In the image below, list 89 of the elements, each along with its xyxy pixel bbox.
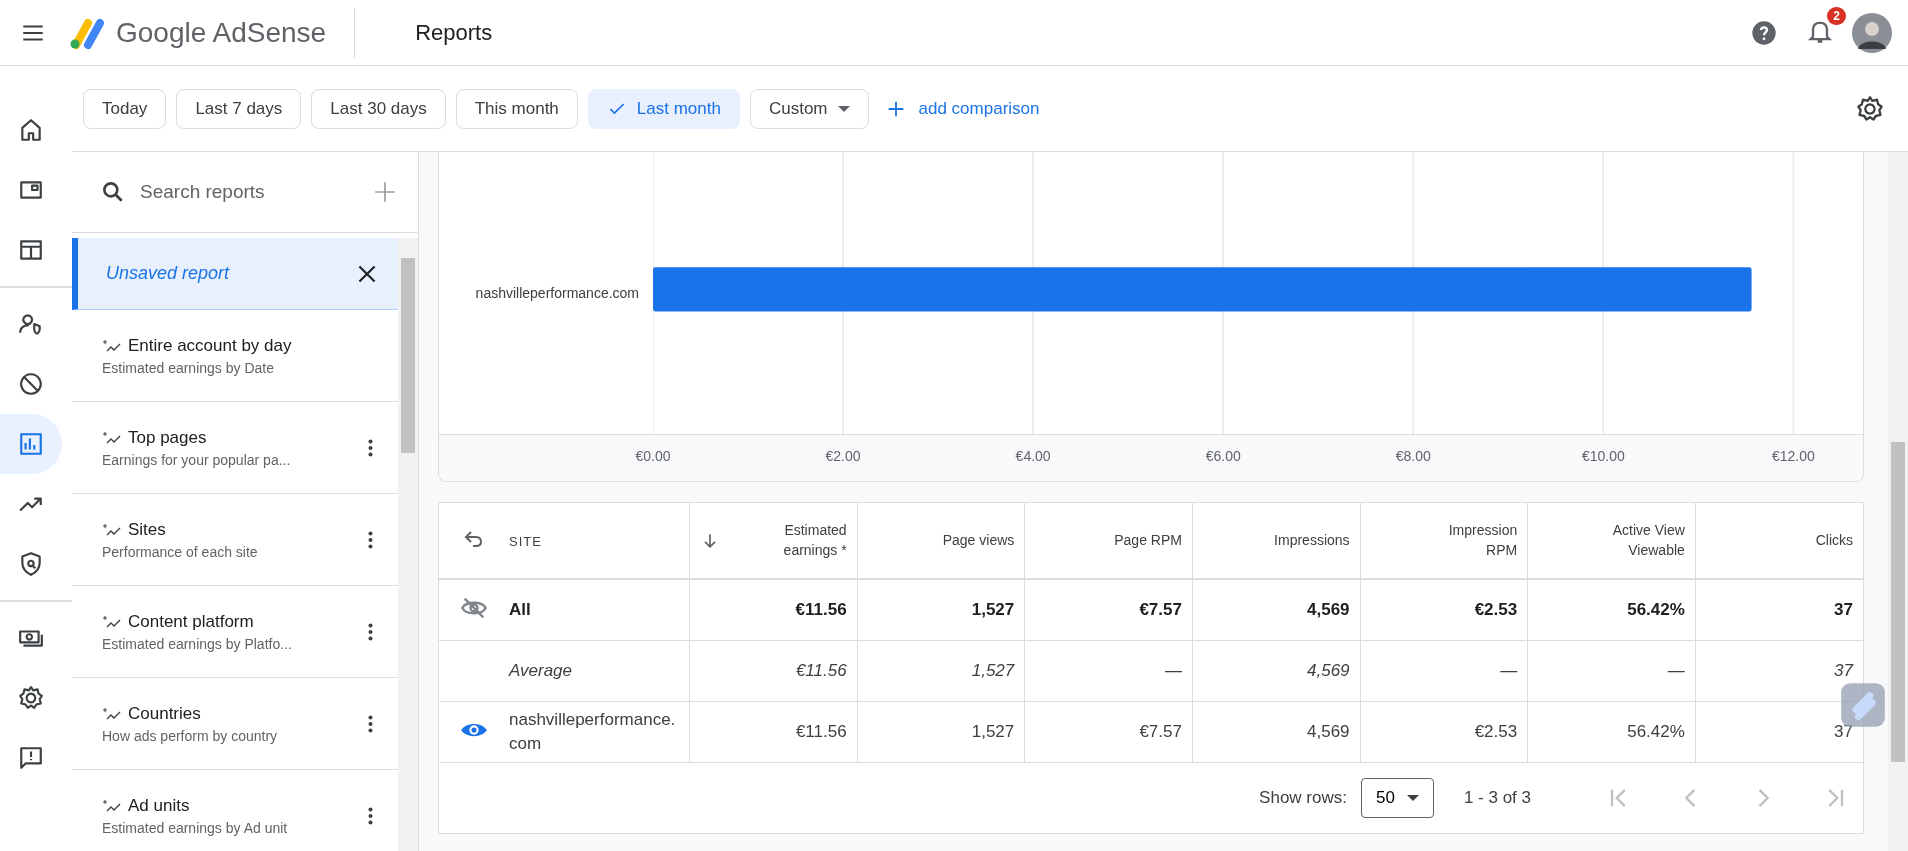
show-rows-label: Show rows:	[1259, 787, 1347, 808]
rows-per-page-dropdown[interactable]: 50	[1360, 777, 1434, 818]
axis-tick-label: €4.00	[1015, 448, 1051, 464]
caret-icon	[837, 105, 850, 112]
table-cell: €7.57	[1139, 599, 1182, 619]
page-title: Reports	[415, 19, 493, 46]
block-icon	[18, 371, 44, 397]
brand-name: Google AdSense	[116, 7, 356, 58]
table-cell: —	[1500, 660, 1518, 680]
table-cell: 4,569	[1307, 660, 1350, 680]
table-cell-text: All	[509, 598, 532, 621]
sparkle-trend-icon	[102, 614, 122, 629]
report-subtitle: Estimated earnings by Ad unit	[102, 819, 289, 836]
reports-icon	[18, 431, 44, 457]
column-header[interactable]: Impressions	[1274, 530, 1350, 551]
table-cell: €11.56	[795, 721, 847, 741]
nav-item[interactable]	[0, 414, 62, 474]
column-header[interactable]: SITE	[509, 533, 542, 549]
custom-dropdown[interactable]: Custom	[749, 88, 869, 129]
column-header[interactable]: Impression RPM	[1417, 520, 1518, 561]
table-cell: €2.53	[1474, 599, 1518, 619]
sparkle-trend-icon	[102, 798, 122, 813]
axis-tick-label: €8.00	[1395, 448, 1431, 464]
axis-tick-label: €6.00	[1205, 448, 1241, 464]
sparkle-trend-icon	[102, 522, 122, 537]
table-cell: 4,569	[1307, 721, 1350, 741]
layout-icon	[18, 237, 44, 263]
table-cell: €7.57	[1139, 721, 1182, 741]
report-title: Content platform	[128, 611, 254, 632]
report-subtitle: Estimated earnings by Date	[102, 359, 275, 376]
date-filter-chip[interactable]: Last 30 days	[311, 88, 446, 129]
table-cell-text: nashvilleperformance.com	[509, 708, 677, 755]
report-title: Top pages	[128, 427, 207, 448]
column-header[interactable]: Estimated earnings *	[746, 520, 847, 561]
table-cell: 37	[1834, 660, 1853, 680]
date-filter-chip[interactable]: Last 7 days	[176, 88, 302, 129]
home-icon	[18, 117, 44, 143]
shield-icon	[18, 551, 44, 577]
date-filter-chip[interactable]: This month	[455, 88, 578, 129]
axis-tick-label: €0.00	[635, 448, 671, 464]
sparkle-trend-icon	[102, 338, 122, 353]
report-subtitle: Performance of each site	[102, 543, 259, 560]
report-title: Unsaved report	[106, 263, 231, 284]
help-icon[interactable]	[1750, 18, 1778, 47]
column-header[interactable]: Active View Viewable	[1584, 520, 1685, 561]
settings-icon	[18, 685, 44, 711]
date-filter-chip[interactable]: Last month	[587, 88, 740, 129]
caret-icon	[1406, 794, 1419, 801]
table-cell: —	[1667, 660, 1685, 680]
scrollbar-thumb[interactable]	[1891, 442, 1905, 762]
table-cell: €11.56	[795, 660, 847, 680]
table-cell: 1,527	[971, 599, 1015, 619]
axis-tick-label: €12.00	[1771, 448, 1815, 464]
page-range: 1 - 3 of 3	[1463, 787, 1531, 808]
table-cell: €2.53	[1474, 721, 1518, 741]
table-cell: —	[1164, 660, 1182, 680]
settings-icon[interactable]	[1856, 94, 1884, 123]
table-cell: 1,527	[971, 660, 1015, 680]
category-label: nashvilleperformance.com	[475, 285, 639, 301]
add-comparison-button[interactable]: add comparison	[878, 96, 1046, 121]
report-title: Sites	[128, 519, 166, 540]
table-cell: 56.42%	[1627, 599, 1685, 619]
axis-tick-label: €10.00	[1581, 448, 1625, 464]
sparkle-trend-icon	[102, 430, 122, 445]
table-cell: 1,527	[971, 721, 1015, 741]
privacy-icon	[18, 311, 44, 337]
avatar[interactable]	[1852, 12, 1892, 53]
sparkle-trend-icon	[102, 706, 122, 721]
notification-badge: 2	[1827, 6, 1846, 25]
report-subtitle: How ads perform by country	[102, 727, 279, 744]
report-title: Entire account by day	[128, 335, 292, 356]
table-cell: €11.56	[795, 599, 847, 619]
axis-tick-label: €2.00	[825, 448, 861, 464]
column-header[interactable]: Page RPM	[1114, 530, 1182, 551]
table-cell-text: Average	[509, 659, 573, 682]
report-subtitle: Estimated earnings by Platfo...	[102, 635, 293, 652]
report-item[interactable]: Unsaved report	[72, 238, 398, 310]
table-cell: 37	[1834, 721, 1853, 741]
report-title: Countries	[128, 703, 201, 724]
report-title: Ad units	[128, 795, 190, 816]
table-cell: 37	[1834, 599, 1853, 619]
column-header[interactable]: Clicks	[1815, 530, 1853, 551]
date-filter-chip[interactable]: Today	[83, 88, 167, 129]
report-subtitle: Earnings for your popular pa...	[102, 451, 292, 468]
table-cell: 4,569	[1307, 599, 1350, 619]
table-cell: 56.42%	[1627, 721, 1685, 741]
scrollbar-thumb[interactable]	[401, 258, 415, 453]
feedback-icon	[18, 745, 44, 771]
column-header[interactable]: Page views	[942, 530, 1015, 551]
